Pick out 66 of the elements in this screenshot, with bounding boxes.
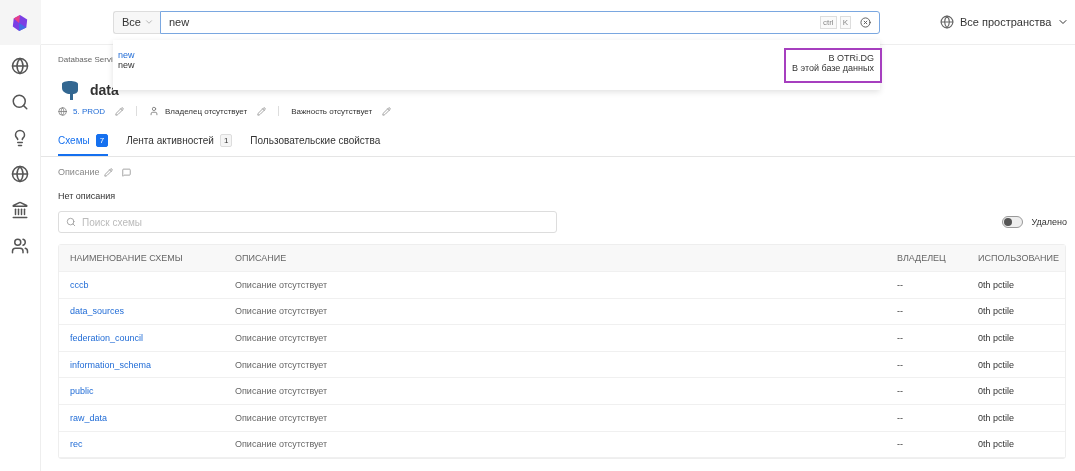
table-cell-text: 0th pctile	[978, 359, 1016, 370]
table-cell-text: Описание отсутствует	[235, 359, 329, 370]
schema-link[interactable]: cccb	[70, 279, 235, 290]
importance-label: Важность отсутствует	[291, 106, 373, 116]
table-cell-text: --	[897, 333, 904, 343]
schema-link[interactable]: raw_data	[70, 412, 235, 423]
bank-icon[interactable]	[11, 201, 29, 219]
table-cell-text: --	[897, 359, 904, 370]
schema-link[interactable]: data_sources	[70, 306, 235, 317]
tier-icon	[58, 106, 67, 116]
search-icon[interactable]	[11, 93, 29, 111]
deleted-label: Удалено	[1031, 217, 1067, 227]
users-icon[interactable]	[11, 237, 29, 255]
column-header: ИСПОЛЬЗОВАНИЕ	[978, 253, 1061, 263]
suggestion-subtitle: new	[118, 60, 135, 70]
table-cell-text: --	[897, 439, 904, 450]
schema-link[interactable]: rec	[70, 439, 235, 450]
suggestion-scope[interactable]: В OTRi.DG В этой базе данных	[784, 48, 882, 83]
user-icon	[149, 106, 159, 116]
search-field[interactable]: new ctrl K	[160, 10, 880, 34]
tab[interactable]: Лента активностей 1	[126, 128, 233, 156]
table-cell-text: 0th pctile	[978, 412, 1016, 423]
column-header: НАИМЕНОВАНИЕ СХЕМЫ	[70, 253, 184, 263]
table-cell-text: 0th pctile	[978, 306, 1016, 317]
shortcut-key: K	[839, 15, 851, 29]
table-cell-text: Описание отсутствует	[235, 279, 329, 290]
owner-label: Владелец отсутствует	[165, 106, 248, 116]
column-header: ОПИСАНИЕ	[235, 253, 288, 263]
tab[interactable]: Схемы 7	[58, 128, 109, 156]
shortcut-key: ctrl	[820, 15, 837, 29]
description-label: Описание	[58, 167, 100, 177]
chevron-icon	[143, 17, 154, 27]
table-cell-text: --	[897, 386, 904, 397]
table-cell-text: Описание отсутствует	[235, 386, 329, 397]
globe-icon[interactable]	[11, 165, 29, 183]
suggestion-title[interactable]: new	[118, 50, 135, 60]
tab-count: 7	[95, 134, 109, 147]
table-cell-text: 0th pctile	[978, 333, 1016, 343]
spaces-select[interactable]: Все пространства	[960, 16, 1052, 28]
description-text: Нет описания	[58, 191, 117, 201]
tier-label: 5. PROD	[73, 106, 105, 116]
table-cell-text: --	[897, 412, 904, 423]
scope-select[interactable]: Все	[113, 10, 160, 34]
scope-text: В этой базе данных	[792, 63, 874, 73]
tab-count: 1	[219, 134, 233, 147]
column-header: ВЛАДЕЛЕЦ	[897, 253, 947, 263]
source-text: В OTRi.DG	[828, 53, 874, 63]
table-cell-text: 0th pctile	[978, 279, 1016, 290]
table-cell-text: Описание отсутствует	[235, 439, 329, 450]
deleted-toggle[interactable]	[1002, 216, 1024, 228]
table-cell-text: --	[897, 279, 904, 290]
table-cell-text: 0th pctile	[978, 386, 1016, 397]
tab[interactable]: Пользовательские свойства	[250, 128, 381, 156]
table-cell-text: Описание отсутствует	[235, 333, 329, 343]
table-cell-text: --	[897, 306, 904, 317]
search-icon	[66, 217, 76, 227]
schema-link[interactable]: information_schema	[70, 359, 235, 370]
table-cell-text: Описание отсутствует	[235, 412, 329, 423]
schema-link[interactable]: public	[70, 386, 235, 397]
clear-icon[interactable]	[860, 16, 871, 28]
table-cell-text: 0th pctile	[978, 439, 1016, 450]
logo-icon	[11, 13, 29, 32]
schema-link[interactable]: federation_council	[70, 333, 235, 343]
globe-icon	[940, 15, 954, 29]
schema-search-box[interactable]: Поиск схемы	[58, 211, 557, 233]
table-cell-text: Описание отсутствует	[235, 306, 329, 317]
